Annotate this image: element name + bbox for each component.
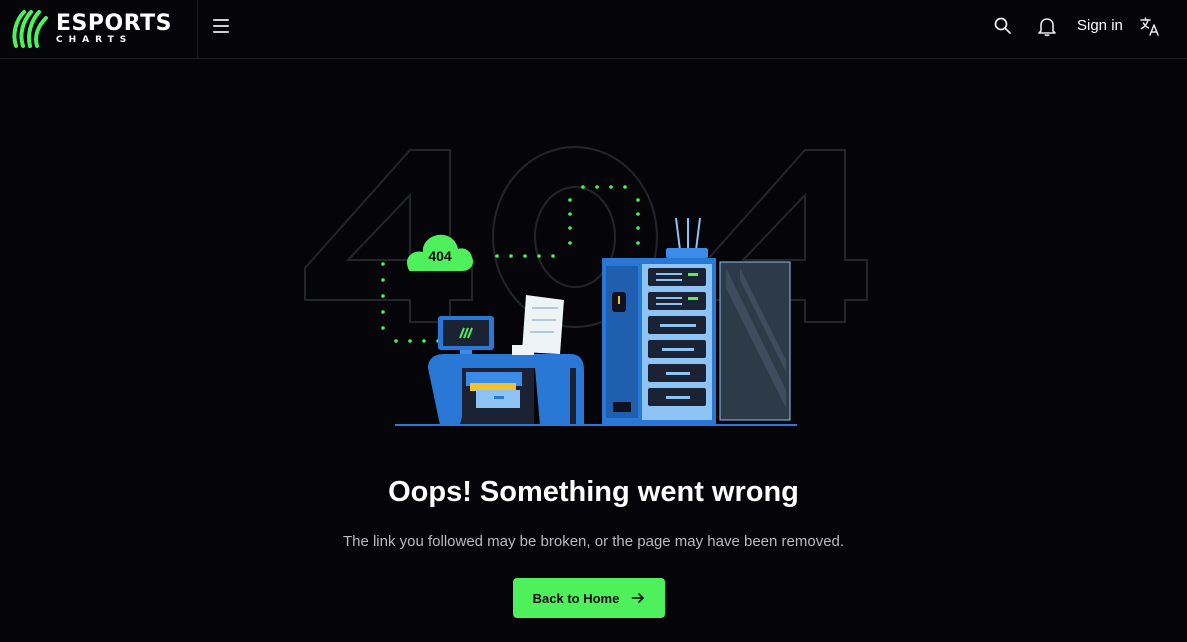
- server-rack-illustration: [602, 217, 791, 424]
- hamburger-menu-icon[interactable]: [210, 15, 232, 37]
- logo-subtitle: CHARTS: [56, 35, 133, 45]
- esports-charts-logo-icon: [12, 10, 48, 48]
- site-header: ESPORTS CHARTS Sign in: [0, 0, 1187, 59]
- back-to-home-label: Back to Home: [532, 590, 620, 606]
- bell-icon[interactable]: [1036, 15, 1058, 37]
- cloud-404-badge: 404: [407, 234, 473, 271]
- header-divider: [197, 0, 198, 59]
- page-title: Oops! Something went wrong: [388, 476, 799, 508]
- back-to-home-button[interactable]: Back to Home: [513, 578, 665, 618]
- sign-in-link[interactable]: Sign in: [1077, 17, 1123, 34]
- 404-illustration: 404: [304, 146, 868, 426]
- arrow-right-icon: [632, 593, 645, 603]
- page-subtitle: The link you followed may be broken, or …: [342, 533, 845, 550]
- logo-wordmark: ESPORTS: [56, 11, 173, 36]
- site-logo[interactable]: ESPORTS CHARTS: [10, 4, 185, 54]
- cloud-label: 404: [428, 248, 452, 264]
- translate-icon[interactable]: [1139, 15, 1161, 37]
- search-icon[interactable]: [993, 16, 1013, 36]
